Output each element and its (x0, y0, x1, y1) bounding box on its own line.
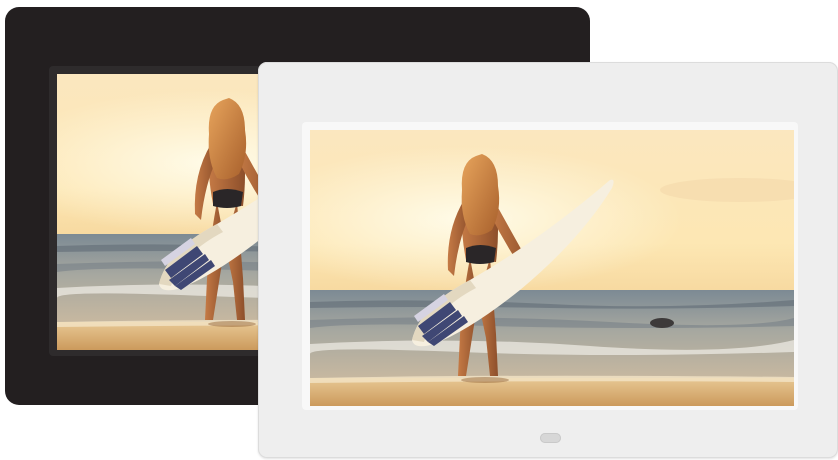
white-frame-screen (302, 122, 798, 410)
home-button[interactable] (540, 433, 561, 443)
beach-surfer-photo (310, 130, 794, 406)
white-photo-frame (258, 62, 838, 458)
